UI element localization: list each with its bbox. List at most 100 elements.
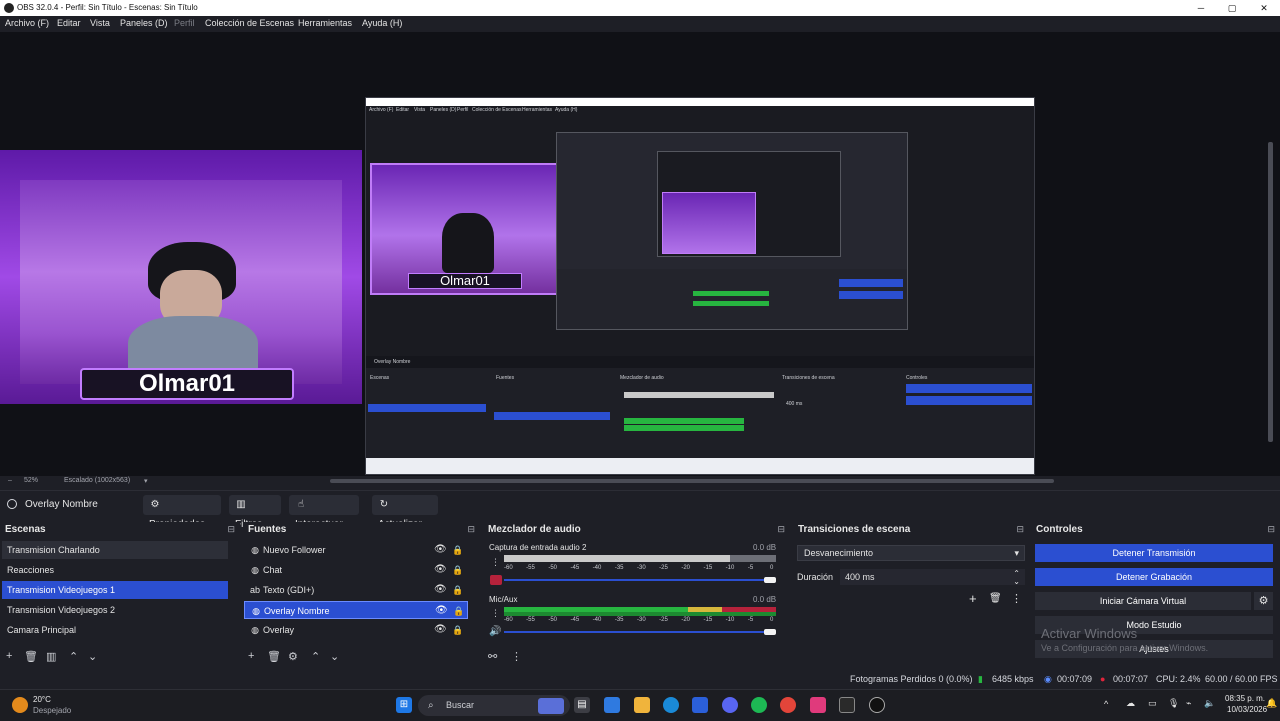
clock-time[interactable]: 08:35 p. m.	[1225, 694, 1265, 703]
clock-date[interactable]: 10/03/2026	[1227, 705, 1267, 714]
epic-games-icon[interactable]	[839, 697, 855, 713]
interact-button[interactable]: ☝Interactuar	[289, 495, 359, 530]
dock-menu-icon[interactable]: ⊟	[1267, 524, 1275, 535]
volume-slider[interactable]	[504, 631, 772, 633]
gear-icon[interactable]: ⚙	[288, 650, 298, 663]
filters-button[interactable]: ▥Filtros	[229, 495, 281, 530]
menu-edit[interactable]: Editar	[57, 18, 81, 28]
lock-icon[interactable]: 🔒	[452, 541, 463, 559]
lock-icon[interactable]: 🔒	[452, 621, 463, 639]
menu-file[interactable]: Archivo (F)	[5, 18, 49, 28]
notification-icon[interactable]: 🔔	[1266, 698, 1277, 709]
more-icon[interactable]: ⋮	[1011, 592, 1022, 605]
chevron-up-icon[interactable]: ^	[1104, 699, 1108, 709]
scene-item[interactable]: Reacciones	[2, 561, 228, 579]
scale-dropdown-icon[interactable]: ▾	[144, 477, 148, 485]
preview-canvas[interactable]: Olmar01 Archivo (F) Editar Vista Paneles…	[0, 32, 1280, 476]
scale-mode[interactable]: Escalado (1002x563)	[64, 477, 130, 484]
network-icon[interactable]: ⌁	[1186, 698, 1191, 709]
refresh-button[interactable]: ↻Actualizar	[372, 495, 438, 530]
add-transition-icon[interactable]: +	[969, 591, 977, 606]
dock-menu-icon[interactable]: ⊟	[1016, 524, 1024, 535]
scene-item[interactable]: Camara Principal	[2, 621, 228, 639]
source-item[interactable]: ab Texto (GDI+) 👁 🔒	[244, 581, 468, 599]
microphone-icon[interactable]: 🎙	[1168, 698, 1179, 709]
close-button[interactable]: ✕	[1249, 1, 1279, 15]
source-item[interactable]: ◍ Chat 👁 🔒	[244, 561, 468, 579]
stop-streaming-button[interactable]: Detener Transmisión	[1035, 544, 1273, 562]
capcut-icon[interactable]	[810, 697, 826, 713]
filter-icon[interactable]: ▥	[46, 650, 56, 663]
copilot-icon[interactable]	[604, 697, 620, 713]
lock-icon[interactable]: 🔒	[453, 602, 464, 620]
start-virtual-camera-button[interactable]: Iniciar Cámara Virtual	[1035, 592, 1251, 610]
move-down-icon[interactable]: ⌄	[330, 650, 339, 663]
lock-icon[interactable]: 🔒	[452, 581, 463, 599]
scene-item-selected[interactable]: Transmision Videojuegos 1	[2, 581, 228, 599]
volume-slider-knob[interactable]	[764, 577, 776, 583]
store-icon[interactable]	[692, 697, 708, 713]
widget-icon[interactable]	[538, 698, 564, 714]
add-icon[interactable]: +	[248, 650, 254, 662]
eye-icon[interactable]: 👁	[434, 561, 447, 579]
source-item-selected[interactable]: ◍ Overlay Nombre 👁 🔒	[244, 601, 468, 619]
move-up-icon[interactable]: ⌃	[69, 650, 78, 663]
zoom-level[interactable]: 52%	[24, 477, 38, 484]
edge-icon[interactable]	[663, 697, 679, 713]
menu-scene-collection[interactable]: Colección de Escenas	[205, 18, 294, 28]
trash-icon[interactable]: 🗑	[989, 593, 1002, 604]
link-icon[interactable]: ⚯	[488, 650, 497, 663]
dock-menu-icon[interactable]: ⊟	[467, 524, 475, 535]
eye-icon[interactable]: 👁	[435, 602, 448, 620]
file-explorer-icon[interactable]	[634, 697, 650, 713]
mute-speaker-icon[interactable]	[490, 575, 502, 585]
menu-tools[interactable]: Herramientas	[298, 18, 352, 28]
trash-icon[interactable]: 🗑	[267, 650, 281, 663]
channel-menu-icon[interactable]: ⋮	[491, 608, 500, 619]
hand-icon: ☝	[297, 499, 305, 510]
volume-slider[interactable]	[504, 579, 772, 581]
trash-icon[interactable]: 🗑	[24, 650, 38, 663]
channel-menu-icon[interactable]: ⋮	[491, 557, 500, 568]
spin-down-icon[interactable]: ⌄	[1013, 574, 1020, 590]
source-item[interactable]: ◍ Overlay 👁 🔒	[244, 621, 468, 639]
menu-help[interactable]: Ayuda (H)	[362, 18, 402, 28]
scene-item[interactable]: Transmision Videojuegos 2	[2, 601, 228, 619]
eye-icon[interactable]: 👁	[434, 621, 447, 639]
add-icon[interactable]: +	[6, 650, 12, 662]
source-item[interactable]: ◍ Nuevo Follower 👁 🔒	[244, 541, 468, 559]
dock-menu-icon[interactable]: ⊟	[227, 524, 235, 535]
move-down-icon[interactable]: ⌄	[88, 650, 97, 663]
eye-icon[interactable]: 👁	[434, 541, 447, 559]
move-up-icon[interactable]: ⌃	[311, 650, 320, 663]
discord-icon[interactable]	[722, 697, 738, 713]
start-icon[interactable]: ⊞	[396, 697, 412, 713]
minimize-button[interactable]: ─	[1186, 1, 1216, 15]
menu-docks[interactable]: Paneles (D)	[120, 18, 168, 28]
zoom-minus-icon[interactable]: –	[8, 477, 12, 484]
cloud-icon[interactable]: ☁	[1126, 698, 1135, 709]
chrome-icon[interactable]	[780, 697, 796, 713]
screen-icon[interactable]: ▭	[1148, 698, 1157, 709]
transition-select[interactable]: Desvanecimiento ▾	[797, 545, 1025, 561]
speaker-icon[interactable]: 🔊	[489, 626, 501, 637]
dock-menu-icon[interactable]: ⊟	[777, 524, 785, 535]
menu-profile[interactable]: Perfil	[174, 18, 195, 28]
volume-slider-knob[interactable]	[764, 629, 776, 635]
lock-icon[interactable]: 🔒	[452, 561, 463, 579]
gear-icon[interactable]: ⚙	[1254, 592, 1273, 610]
obs-taskbar-icon[interactable]	[869, 697, 885, 713]
task-view-icon[interactable]: ▤	[574, 697, 590, 713]
maximize-button[interactable]: ▢	[1217, 1, 1247, 15]
weather-icon[interactable]	[12, 697, 28, 713]
menu-view[interactable]: Vista	[90, 18, 110, 28]
volume-icon[interactable]: 🔈	[1204, 698, 1215, 709]
preview-vertical-scrollbar[interactable]	[1268, 142, 1273, 442]
more-icon[interactable]: ⋮	[511, 650, 522, 663]
stop-recording-button[interactable]: Detener Grabación	[1035, 568, 1273, 586]
eye-icon[interactable]: 👁	[434, 581, 447, 599]
scene-item[interactable]: Transmision Charlando	[2, 541, 228, 559]
properties-button[interactable]: ⚙Propiedades	[143, 495, 221, 530]
spotify-icon[interactable]	[751, 697, 767, 713]
duration-input[interactable]: 400 ms ⌃ ⌄	[840, 569, 1025, 586]
